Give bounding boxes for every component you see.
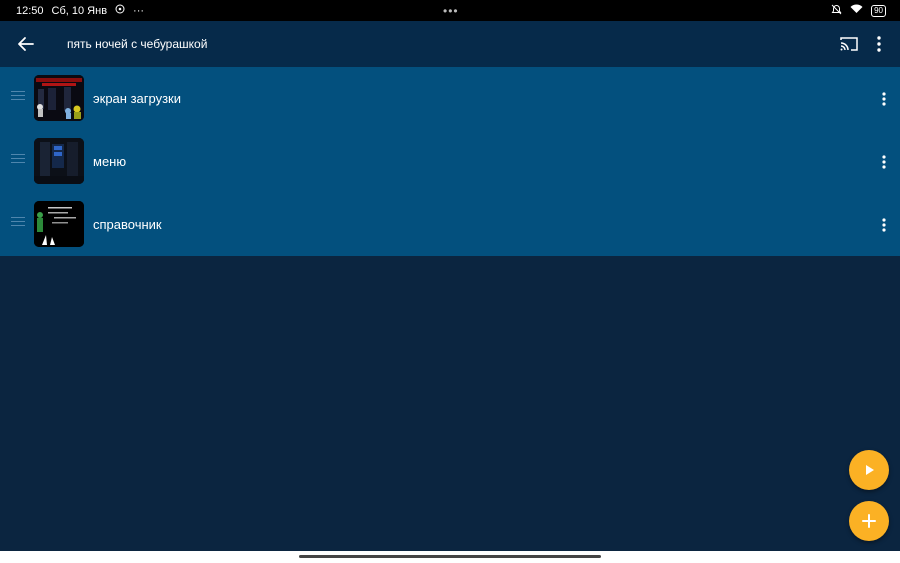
navigation-bar [0,551,900,563]
cast-button[interactable] [838,33,860,55]
add-scene-button[interactable] [849,501,889,541]
status-left: 12:50 Сб, 10 Янв ··· [16,0,144,21]
status-date: Сб, 10 Янв [51,4,108,17]
drag-handle-icon[interactable] [11,151,25,167]
list-item[interactable]: меню [0,130,900,193]
overflow-menu-button[interactable] [868,33,890,55]
drag-handle-icon[interactable] [11,88,25,104]
wifi-icon [850,4,863,17]
more-vertical-icon [882,155,886,169]
back-button[interactable] [14,32,38,56]
list-item[interactable]: экран загрузки [0,67,900,130]
scene-label: меню [93,154,127,169]
list-item[interactable]: справочник [0,193,900,256]
scene-thumbnail [34,138,84,184]
more-vertical-icon [877,36,881,52]
muted-alarm-icon [831,4,842,18]
status-time: 12:50 [16,4,44,17]
scene-thumbnail [34,201,84,247]
plus-icon [862,514,876,528]
scene-label: экран загрузки [93,91,181,106]
drag-handle-icon[interactable] [11,214,25,230]
status-center-dots: ••• [443,3,459,18]
gesture-handle[interactable] [299,555,601,558]
page-title: пять ночей с чебурашкой [67,37,208,51]
play-button[interactable] [849,450,889,490]
more-vertical-icon [882,218,886,232]
arrow-left-icon [18,37,34,51]
scene-label: справочник [93,217,162,232]
item-menu-button[interactable] [876,215,892,235]
status-bar: 12:50 Сб, 10 Янв ··· ••• 90 [0,0,900,21]
status-right: 90 [831,0,886,21]
whatsapp-icon [115,4,125,17]
cast-icon [840,37,858,51]
scene-list: экран загрузки меню справочник [0,67,900,256]
item-menu-button[interactable] [876,152,892,172]
scene-thumbnail [34,75,84,121]
status-more: ··· [133,4,145,17]
play-icon [866,465,874,475]
app-bar: пять ночей с чебурашкой [0,21,900,67]
item-menu-button[interactable] [876,89,892,109]
battery-indicator: 90 [871,4,886,17]
more-vertical-icon [882,92,886,106]
